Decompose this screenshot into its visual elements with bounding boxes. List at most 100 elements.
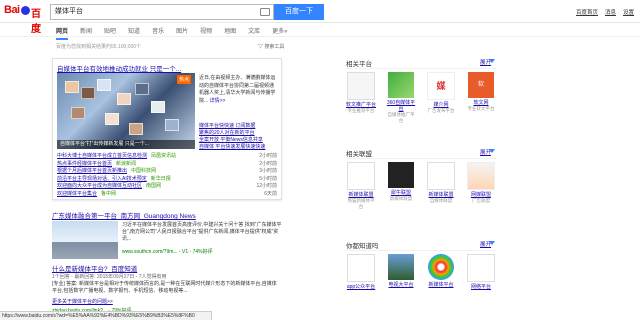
image-caption: 自媒体平台“打”出传媒新发展 只是一个... [57, 140, 195, 149]
side-item-label[interactable]: 电视大平台 [386, 282, 416, 288]
search-button[interactable]: 百度一下 [274, 4, 324, 20]
side-item[interactable]: app公众平台 [346, 254, 376, 290]
message-link[interactable]: 消息 [605, 8, 616, 16]
news-source: 凤凰资讯站 [151, 153, 177, 159]
card-summary: 近日,在由视频主办、满德鹏媒体运动的自媒体平台协同第二届视频通机器人奖上,清华大… [199, 75, 277, 105]
settings-link[interactable]: 设置 [623, 8, 634, 16]
news-title[interactable]: 前沿平台主导现场对话、引入AI技术预定 [57, 176, 147, 182]
side-related-platforms: 相关平台 展开 软文推广平台 专业推荐平台 360自媒体平台 自媒体推广平台 媒… [346, 58, 496, 134]
card-links: 媒体平台快快速 订阅数据 聚焦的20人对在新的平台 全案开放 平衡News信息共… [199, 123, 279, 151]
tab-news[interactable]: 新闻 [80, 26, 92, 40]
news-list: 中科大博士自媒体平台成立首页信息检测 凤凰资讯站 2小时前 热点事件经媒体平台首页新… [57, 153, 277, 198]
baidu-logo[interactable]: Bai 百度 [4, 4, 48, 35]
home-link[interactable]: 百度首页 [576, 8, 598, 16]
expand-arrow-icon[interactable] [489, 241, 495, 245]
side-item[interactable]: 电视大平台 [386, 254, 416, 288]
side-item-sub: 广告联盟 [472, 198, 490, 203]
side-item-image: 软 [468, 72, 494, 98]
result2-url[interactable]: www.southcn.com/?9m... - V1 - 74%好评 [122, 248, 213, 255]
side-item[interactable]: 网络平台 [466, 254, 496, 290]
result-count: 百度为您找到相关结果约55,100,000个 [56, 44, 142, 50]
card-image[interactable]: 热点 自媒体平台“打”出传媒新发展 只是一个... [57, 73, 195, 149]
card-link[interactable]: 媒体平台快快速 订阅数据 [199, 123, 279, 130]
side-divider [346, 250, 496, 251]
tab-map[interactable]: 地图 [224, 26, 236, 40]
news-time: 12小时前 [256, 183, 277, 189]
search-tools-label: 搜索工具 [264, 44, 285, 50]
tab-wenku[interactable]: 文库 [248, 26, 260, 40]
side-item[interactable]: 软文推广平台 专业推荐平台 [346, 72, 376, 114]
tab-tieba[interactable]: 贴吧 [104, 26, 116, 40]
result2-image[interactable] [52, 221, 118, 259]
news-time: 2小时前 [259, 160, 277, 167]
status-bar: https://www.baidu.com/s?wd=%E5%AA%92%E4%… [0, 311, 212, 320]
news-title[interactable]: 欢迎面向大众平台成为自媒体互动社区 [57, 183, 142, 189]
news-time: 6天前 [264, 190, 277, 197]
tab-images[interactable]: 图片 [176, 26, 188, 40]
news-source: 鲁中网 [101, 190, 117, 197]
card-summary-more[interactable]: 详情>> [210, 98, 226, 104]
result3-body: [专业] 答案: 新媒体平台是相对于传统媒体而言的,是一种在互联网时代媒介形态下… [52, 281, 277, 294]
result3-more-link[interactable]: 更多关于媒体平台的问题>> [52, 298, 113, 305]
search-box [50, 4, 274, 20]
card-link[interactable]: 自媒体 平台快速发展快速快速 [199, 144, 279, 151]
news-source: 新华日报 [150, 175, 171, 182]
tab-more[interactable]: 更多» [272, 26, 287, 40]
side-item-sub: 熊猫新媒体平台 [347, 198, 375, 209]
card-title[interactable]: 自媒体平台有效地推动成功就业 只是一个... [57, 63, 181, 73]
news-title[interactable]: 中科大博士自媒体平台成立首页信息检测 [57, 153, 147, 159]
search-tabs: 网页 新闻 贴吧 知道 音乐 图片 视频 地图 文库 更多» [56, 26, 299, 40]
news-row: 欢迎媒体平台集合 鲁中网 6天前 [57, 191, 277, 199]
side-item-label[interactable]: 新媒体平台 [426, 282, 456, 288]
top-links: 百度首页 消息 设置 [576, 8, 634, 16]
expand-arrow-icon[interactable] [489, 149, 495, 153]
side-item-label[interactable]: 360自媒体平台 [386, 100, 416, 112]
camera-icon[interactable] [260, 8, 270, 16]
result2-title[interactable]: 广东媒体融合第一平台_南方网_Guangdong News [52, 210, 196, 220]
side-item[interactable]: 软 软文网 专业软文平台 [466, 72, 496, 112]
card-link[interactable]: 全案开放 平衡News信息共享 [199, 137, 279, 144]
side-item-label[interactable]: 网络平台 [466, 284, 496, 290]
news-time: 5小时前 [259, 175, 277, 182]
rhino-image [388, 162, 414, 188]
side-item[interactable]: 犀牛联盟 新媒体联盟 [386, 162, 416, 202]
news-row: 热点事件经媒体平台首页 新浪新闻 2小时前 [57, 161, 277, 169]
expand-arrow-icon[interactable] [489, 59, 495, 63]
news-title[interactable]: 欢迎媒体平台集合 [57, 191, 97, 197]
side-item-sub: 自媒体推广平台 [387, 112, 415, 123]
side-title: 相关联盟 [346, 151, 372, 158]
side-item[interactable]: 新媒体联盟 自媒体联盟 [426, 162, 456, 204]
side-item-image: 媒 [427, 72, 455, 100]
side-item-image [467, 254, 495, 282]
news-card: 自媒体平台有效地推动成功就业 只是一个... 热点 自媒体平台“打”出传媒新发展… [52, 58, 282, 200]
top-bar: Bai 百度 百度一下 百度首页 消息 设置 [0, 0, 640, 35]
news-title[interactable]: 热点事件经媒体平台首页 [57, 161, 112, 167]
side-item[interactable]: 媒 媒介网 广告发布平台 [426, 72, 456, 114]
tab-web[interactable]: 网页 [56, 26, 69, 40]
card-link[interactable]: 聚焦的20人对在新的平台 [199, 130, 279, 137]
side-item-label[interactable]: app公众平台 [346, 284, 376, 290]
side-item[interactable]: 新媒体联盟 熊猫新媒体平台 [346, 162, 376, 209]
side-item-sub: 广告发布平台 [427, 108, 455, 113]
side-item[interactable]: 网媒联盟 广告联盟 [466, 162, 496, 204]
side-item[interactable]: 新媒体平台 [426, 254, 456, 288]
result3-meta: 1个回答 - 最新回答: 2015年09月27日 - 7人觉得有用 [52, 274, 167, 280]
side-item[interactable]: 360自媒体平台 自媒体推广平台 [386, 72, 416, 123]
result2-text: 习近平在媒体平台发展首页高度评价,中建兴关十问十答 找到“广东媒体平台”,南方网… [122, 222, 282, 242]
side-item-sub: 专业推荐平台 [347, 108, 375, 113]
tab-video[interactable]: 视频 [200, 26, 212, 40]
news-time: 2小时前 [259, 153, 277, 159]
news-title[interactable]: 根据个月后媒体平台首页新推出 [57, 168, 127, 174]
side-item-image [388, 72, 414, 98]
news-row: 根据个月后媒体平台首页新推出 中国科技网 3小时前 [57, 168, 277, 176]
tab-music[interactable]: 音乐 [152, 26, 164, 40]
result3-title[interactable]: 什么是新媒体平台?_百度知道 [52, 263, 137, 273]
side-item-sub: 自媒体联盟 [429, 198, 453, 203]
side-did-you-know: 你都知道吗 展开 app公众平台 电视大平台 新媒体平台 网络平台 [346, 240, 496, 310]
paw-icon [21, 6, 30, 15]
tab-zhidao[interactable]: 知道 [128, 26, 140, 40]
tab-divider [0, 36, 640, 37]
search-tools-button[interactable]: ▽ 搜索工具 [258, 43, 284, 50]
search-input[interactable] [51, 5, 259, 17]
panda-image [347, 162, 375, 190]
